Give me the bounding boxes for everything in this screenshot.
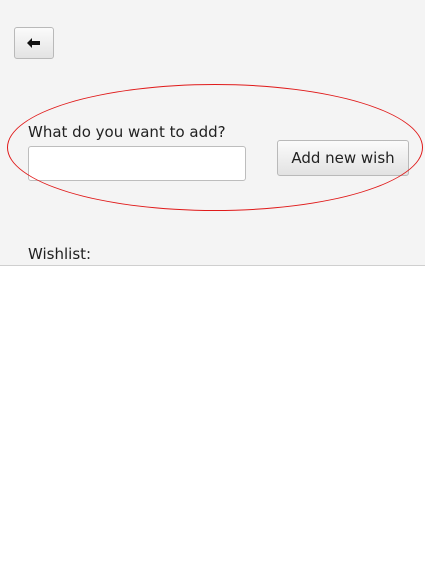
- wishlist-window: What do you want to add? Add new wish Wi…: [0, 0, 425, 573]
- back-button[interactable]: [14, 27, 54, 59]
- arrow-left-icon: [27, 38, 40, 48]
- add-wish-prompt-label: What do you want to add?: [28, 123, 226, 141]
- wish-input[interactable]: [28, 146, 246, 181]
- add-new-wish-button[interactable]: Add new wish: [277, 140, 409, 176]
- top-panel: What do you want to add? Add new wish Wi…: [0, 0, 425, 266]
- wishlist-label: Wishlist:: [28, 245, 92, 263]
